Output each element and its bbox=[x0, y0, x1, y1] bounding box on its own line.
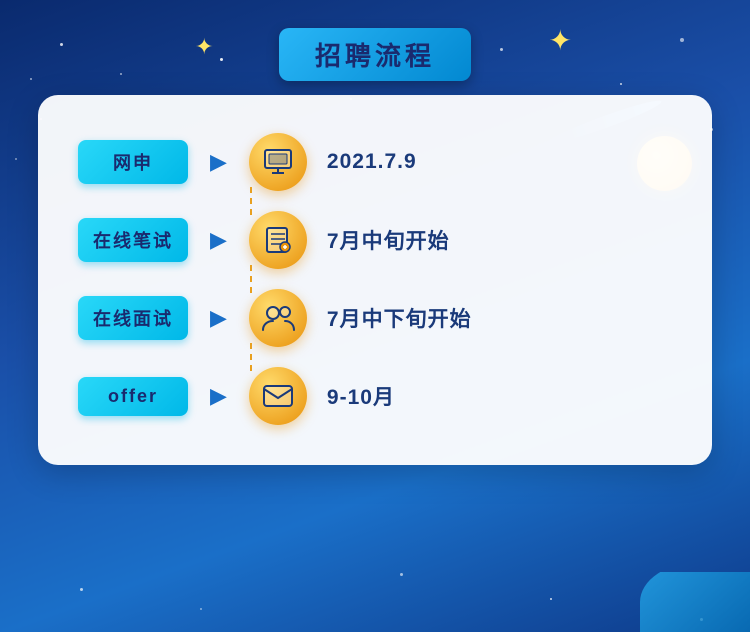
step-icon-1 bbox=[249, 133, 307, 191]
step-desc-4: 9-10月 bbox=[327, 381, 395, 411]
step-label-2: 在线笔试 bbox=[78, 218, 188, 262]
main-card: 网申 ▶ 2021.7.9 在线笔试 ▶ bbox=[38, 95, 712, 465]
arrow-icon-4: ▶ bbox=[210, 383, 227, 409]
step-label-3: 在线面试 bbox=[78, 296, 188, 340]
arrow-icon-3: ▶ bbox=[210, 305, 227, 331]
step-icon-2 bbox=[249, 211, 307, 269]
step-desc-2: 7月中旬开始 bbox=[327, 225, 450, 255]
process-row-1: 网申 ▶ 2021.7.9 bbox=[78, 123, 672, 201]
bottom-decoration bbox=[610, 572, 750, 632]
sparkle-left-icon: ✦ bbox=[195, 34, 213, 60]
process-row-3: 在线面试 ▶ 7月中下旬开始 bbox=[78, 279, 672, 357]
step-label-1: 网申 bbox=[78, 140, 188, 184]
step-desc-3: 7月中下旬开始 bbox=[327, 303, 472, 333]
step-icon-4 bbox=[249, 367, 307, 425]
process-row-2: 在线笔试 ▶ 7月中旬开始 bbox=[78, 201, 672, 279]
arrow-icon-1: ▶ bbox=[210, 149, 227, 175]
step-desc-1: 2021.7.9 bbox=[327, 150, 417, 174]
step-label-4: offer bbox=[78, 377, 188, 416]
title-section: ✦ 招聘流程 ✦ bbox=[0, 28, 750, 81]
arrow-icon-2: ▶ bbox=[210, 227, 227, 253]
step-icon-3 bbox=[249, 289, 307, 347]
bottom-deco-shape bbox=[640, 572, 750, 632]
sparkle-right-icon: ✦ bbox=[549, 24, 572, 57]
title-box: 招聘流程 bbox=[279, 28, 471, 81]
page-title: 招聘流程 bbox=[315, 41, 435, 71]
process-row-4: offer ▶ 9-10月 bbox=[78, 357, 672, 435]
process-list: 网申 ▶ 2021.7.9 在线笔试 ▶ bbox=[78, 123, 672, 435]
